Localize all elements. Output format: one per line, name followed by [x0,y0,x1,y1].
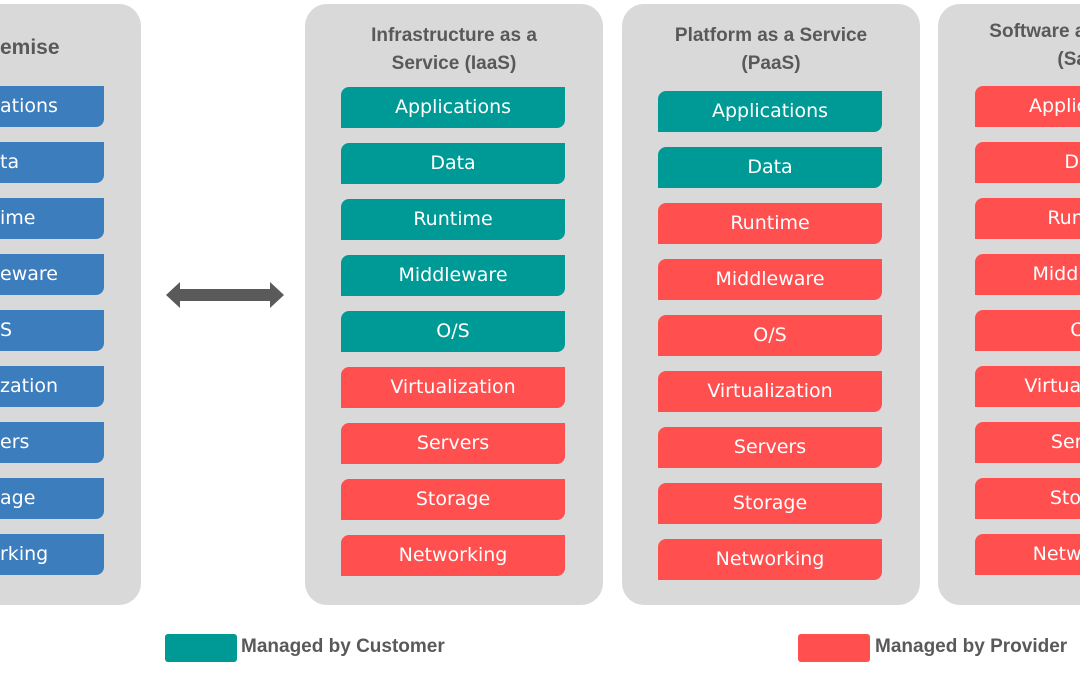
stack-layer-applications: Applications [341,87,565,128]
stack-layer-servers: Servers [658,427,882,468]
stack-layer-networking: rking [0,534,104,575]
panel-on-premise: emise ations ta ime eware Szation ers age rking [0,4,141,605]
panel-title-line2: (PaaS) [741,53,801,74]
stack-layer-networking: Networking [975,534,1080,575]
panel-title: Infrastructure as a Service (IaaS) [305,22,603,78]
stack-layer-label: eware [0,263,58,285]
stack-layer-networking: Networking [341,535,565,576]
panel-title: Platform as a Service (PaaS) [622,22,920,78]
stack-layer-storage: Storage [658,483,882,524]
stack-layer-label: ta [0,151,20,173]
panel-paas: Platform as a Service (PaaS) Application… [622,4,920,605]
panel-saas: Software as a Service (SaaS) Application… [938,4,1080,605]
panel-title: Software as a Service (SaaS) [938,18,1080,74]
stack-layer-label: S [0,319,13,341]
panel-title-line1: Infrastructure as a [371,25,537,46]
stack-layer-applications: ations [0,86,104,127]
stack-layer-virtualization: Virtualization [341,367,565,408]
stack-layer-servers: Servers [341,423,565,464]
stack-layer-o-s: S [0,310,104,351]
stack-layer-o-s: O/S [341,311,565,352]
stack-layer-runtime: Runtime [658,203,882,244]
stack-layer-middleware: Middleware [341,255,565,296]
legend-swatch-customer [165,634,237,662]
panel-title-line2: Service (IaaS) [391,53,517,74]
stack-layer-middleware: Middleware [975,254,1080,295]
arrow-shape [166,282,284,308]
panel-title-line1: Platform as a Service [674,25,868,46]
panel-title-text: emise [0,36,60,59]
stack-layer-data: ta [0,142,104,183]
stack-layer-applications: Applications [975,86,1080,127]
panel-title-line1: Software as a Service [989,21,1080,42]
stack-layer-label: ers [0,431,30,453]
stack-layer-data: Data [975,142,1080,183]
stack-layer-label: rking [0,543,49,565]
legend-swatch-provider [798,634,870,662]
stack-layer-runtime: Runtime [341,199,565,240]
stack-layer-o-s: O/S [975,310,1080,351]
panel-iaas: Infrastructure as a Service (IaaS) Appli… [305,4,603,605]
stack-layer-runtime: Runtime [975,198,1080,239]
stack-layer-virtualization: Virtualization [975,366,1080,407]
legend-label-customer: Managed by Customer [241,636,445,657]
stack-layer-storage: age [0,478,104,519]
stack-layer-storage: Storage [975,478,1080,519]
stack-layer-runtime: ime [0,198,104,239]
double-arrow-icon [166,282,284,308]
stack-layer-applications: Applications [658,91,882,132]
stack-layer-label: ime [0,207,36,229]
panel-title-line2: (SaaS) [1057,49,1080,70]
stack-layer-virtualization: Virtualization [658,371,882,412]
stack-layer-middleware: eware [0,254,104,295]
stack-layer-servers: ers [0,422,104,463]
stack-layer-o-s: O/S [658,315,882,356]
stack-layer-storage: Storage [341,479,565,520]
stack-layer-virtualization: zation [0,366,104,407]
stack-layer-label: ations [0,95,58,117]
stack-layer-label: zation [0,375,59,397]
stack-layer-data: Data [341,143,565,184]
stack-layer-label: age [0,487,36,509]
stack-layer-servers: Servers [975,422,1080,463]
stack-layer-networking: Networking [658,539,882,580]
stack-layer-middleware: Middleware [658,259,882,300]
stack-layer-data: Data [658,147,882,188]
panel-title: emise [0,34,141,62]
legend-label-provider: Managed by Provider [875,636,1068,657]
